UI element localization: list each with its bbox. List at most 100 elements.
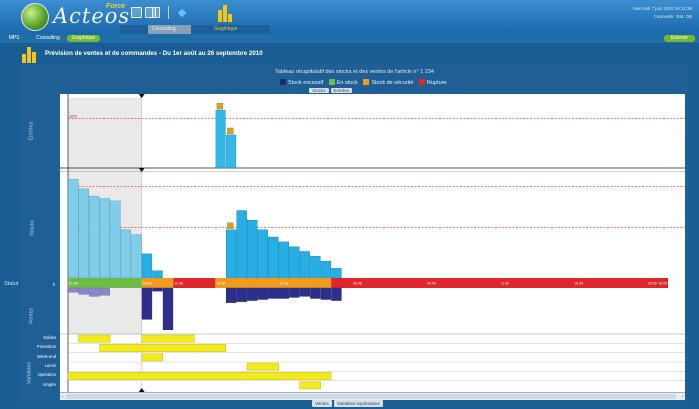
stock-bar (131, 234, 142, 279)
sales-bar (299, 287, 311, 297)
entry-box-icon (227, 127, 234, 135)
stock-bar (278, 241, 289, 279)
stock-bar (236, 210, 247, 279)
tab-consulting[interactable]: Consulting (30, 35, 66, 42)
chart-icon[interactable] (218, 3, 236, 22)
logo-superscript: Force (106, 3, 126, 10)
variable-label: Soldes (43, 335, 56, 340)
sales-bar (310, 287, 321, 299)
scroll-thumb[interactable] (66, 394, 676, 399)
chart-legend: Stock excessif En stock Stock de sécurit… (276, 79, 447, 87)
bottom-tab-ventes[interactable]: Ventes (312, 400, 332, 407)
variable-label: Vingtre (42, 381, 56, 387)
toggle-entrees[interactable]: Entrées (330, 88, 353, 93)
sales-bar (141, 287, 153, 320)
user-info: Connecté : Ext. DB (653, 14, 692, 19)
status-date-label: 15.08 (216, 282, 225, 286)
bar-chart-icon (22, 47, 36, 63)
status-date-label: 18.09 (574, 282, 583, 286)
variable-bar (99, 344, 227, 352)
tab-graphique[interactable]: Graphique (67, 35, 100, 42)
variable-label: Lancé (44, 363, 56, 368)
status-date-label: 01.08 (69, 282, 78, 286)
sales-bar (268, 287, 279, 299)
stock-bar (99, 198, 111, 279)
menu-bar (120, 25, 270, 34)
legend-swatch-safety (363, 79, 370, 85)
bottom-tabs: Ventes Variables explicatives (312, 400, 385, 407)
date-info: mercredi 7 juin 2010 16:11:36 (632, 6, 692, 11)
stock-bar (320, 260, 332, 279)
variable-label: Opération (37, 372, 56, 378)
stock-bar (257, 229, 268, 279)
status-label: Statut (4, 281, 19, 287)
forecast-chart: 80%100%80%01.0808.0811.0815.0821.0828.08… (60, 94, 685, 392)
sales-bar (152, 287, 163, 292)
sales-bar (68, 287, 79, 293)
status-segment (68, 278, 142, 288)
section-label-stocks: Stocks (29, 219, 36, 237)
stock-bar (110, 200, 121, 279)
exit-button[interactable]: Enlever (664, 35, 695, 42)
sales-bar (78, 287, 89, 295)
sales-bar (225, 287, 237, 303)
entry-box-icon (216, 102, 224, 110)
status-value: 0 (52, 282, 55, 287)
grid-icon[interactable] (131, 7, 142, 18)
bottom-tab-variables[interactable]: Variables explicatives (333, 400, 383, 407)
entries-threshold-label: 80% (70, 114, 77, 118)
section-label-entrees: Entrées (28, 121, 35, 141)
monitor-icon[interactable] (152, 7, 160, 18)
stock-bar (289, 246, 300, 279)
menu-item-consulting[interactable]: Consulting (152, 26, 176, 32)
entries-bar (226, 134, 237, 169)
scroll-right-icon[interactable]: › (680, 394, 685, 400)
tab-bar (0, 34, 699, 43)
status-segment (215, 278, 332, 288)
logo-globe-icon (21, 3, 49, 31)
stock-bar (68, 179, 79, 279)
status-date-label: 08.08 (143, 282, 152, 286)
stock-bar (120, 229, 132, 279)
chart-title: Tableau récapitulatif des stocks et des … (275, 69, 434, 75)
app-window: Acteos Force Consulting Graphique mercre… (0, 0, 699, 409)
variable-bar (67, 372, 332, 380)
sales-bar (257, 287, 268, 300)
legend-swatch-rupture (419, 79, 426, 85)
toggle-stocks[interactable]: Stocks (309, 88, 329, 93)
variable-bar (141, 334, 195, 343)
sales-bar (278, 287, 289, 299)
sales-bar (320, 287, 332, 300)
diamond-icon[interactable] (177, 8, 187, 18)
status-date-label: 04.09 (427, 282, 436, 286)
variable-label: Week-end (36, 353, 56, 359)
menu-item-graphique[interactable]: Graphique (214, 26, 237, 32)
variable-bar (141, 353, 163, 362)
tab-mps[interactable]: MPS (4, 35, 24, 42)
page-title: Prévision de ventes et de commandes - Du… (45, 50, 263, 57)
legend-excess: Stock excessif (288, 80, 324, 86)
stock-bar (299, 251, 311, 279)
stock-bar (247, 219, 258, 279)
sales-bar (236, 287, 247, 302)
stock-bar (78, 188, 89, 279)
app-header: Acteos Force Consulting Graphique mercre… (0, 0, 699, 34)
series-toggles: Stocks Entrées (309, 88, 354, 93)
plot-area: 80%100%80%01.0808.0811.0815.0821.0828.08… (60, 94, 685, 392)
sales-bar (99, 287, 111, 296)
header-divider (168, 6, 169, 19)
status-date-label: 11.09 (501, 282, 510, 286)
scroll-left-icon[interactable]: ‹ (60, 394, 65, 400)
stock-bar (152, 270, 163, 279)
horizontal-scrollbar[interactable]: ‹ › (60, 392, 685, 400)
status-date-label: 28.08 (353, 282, 362, 286)
sales-bar (331, 287, 342, 301)
sales-bar (247, 287, 258, 301)
legend-safety: Stock de sécurité (371, 80, 414, 86)
sales-bar (89, 287, 100, 297)
stock-bar (225, 229, 237, 279)
legend-swatch-excess (280, 79, 286, 85)
legend-stock: En stock (336, 80, 358, 86)
variable-bar (299, 381, 321, 390)
status-date-label: 26.09 (658, 282, 667, 286)
